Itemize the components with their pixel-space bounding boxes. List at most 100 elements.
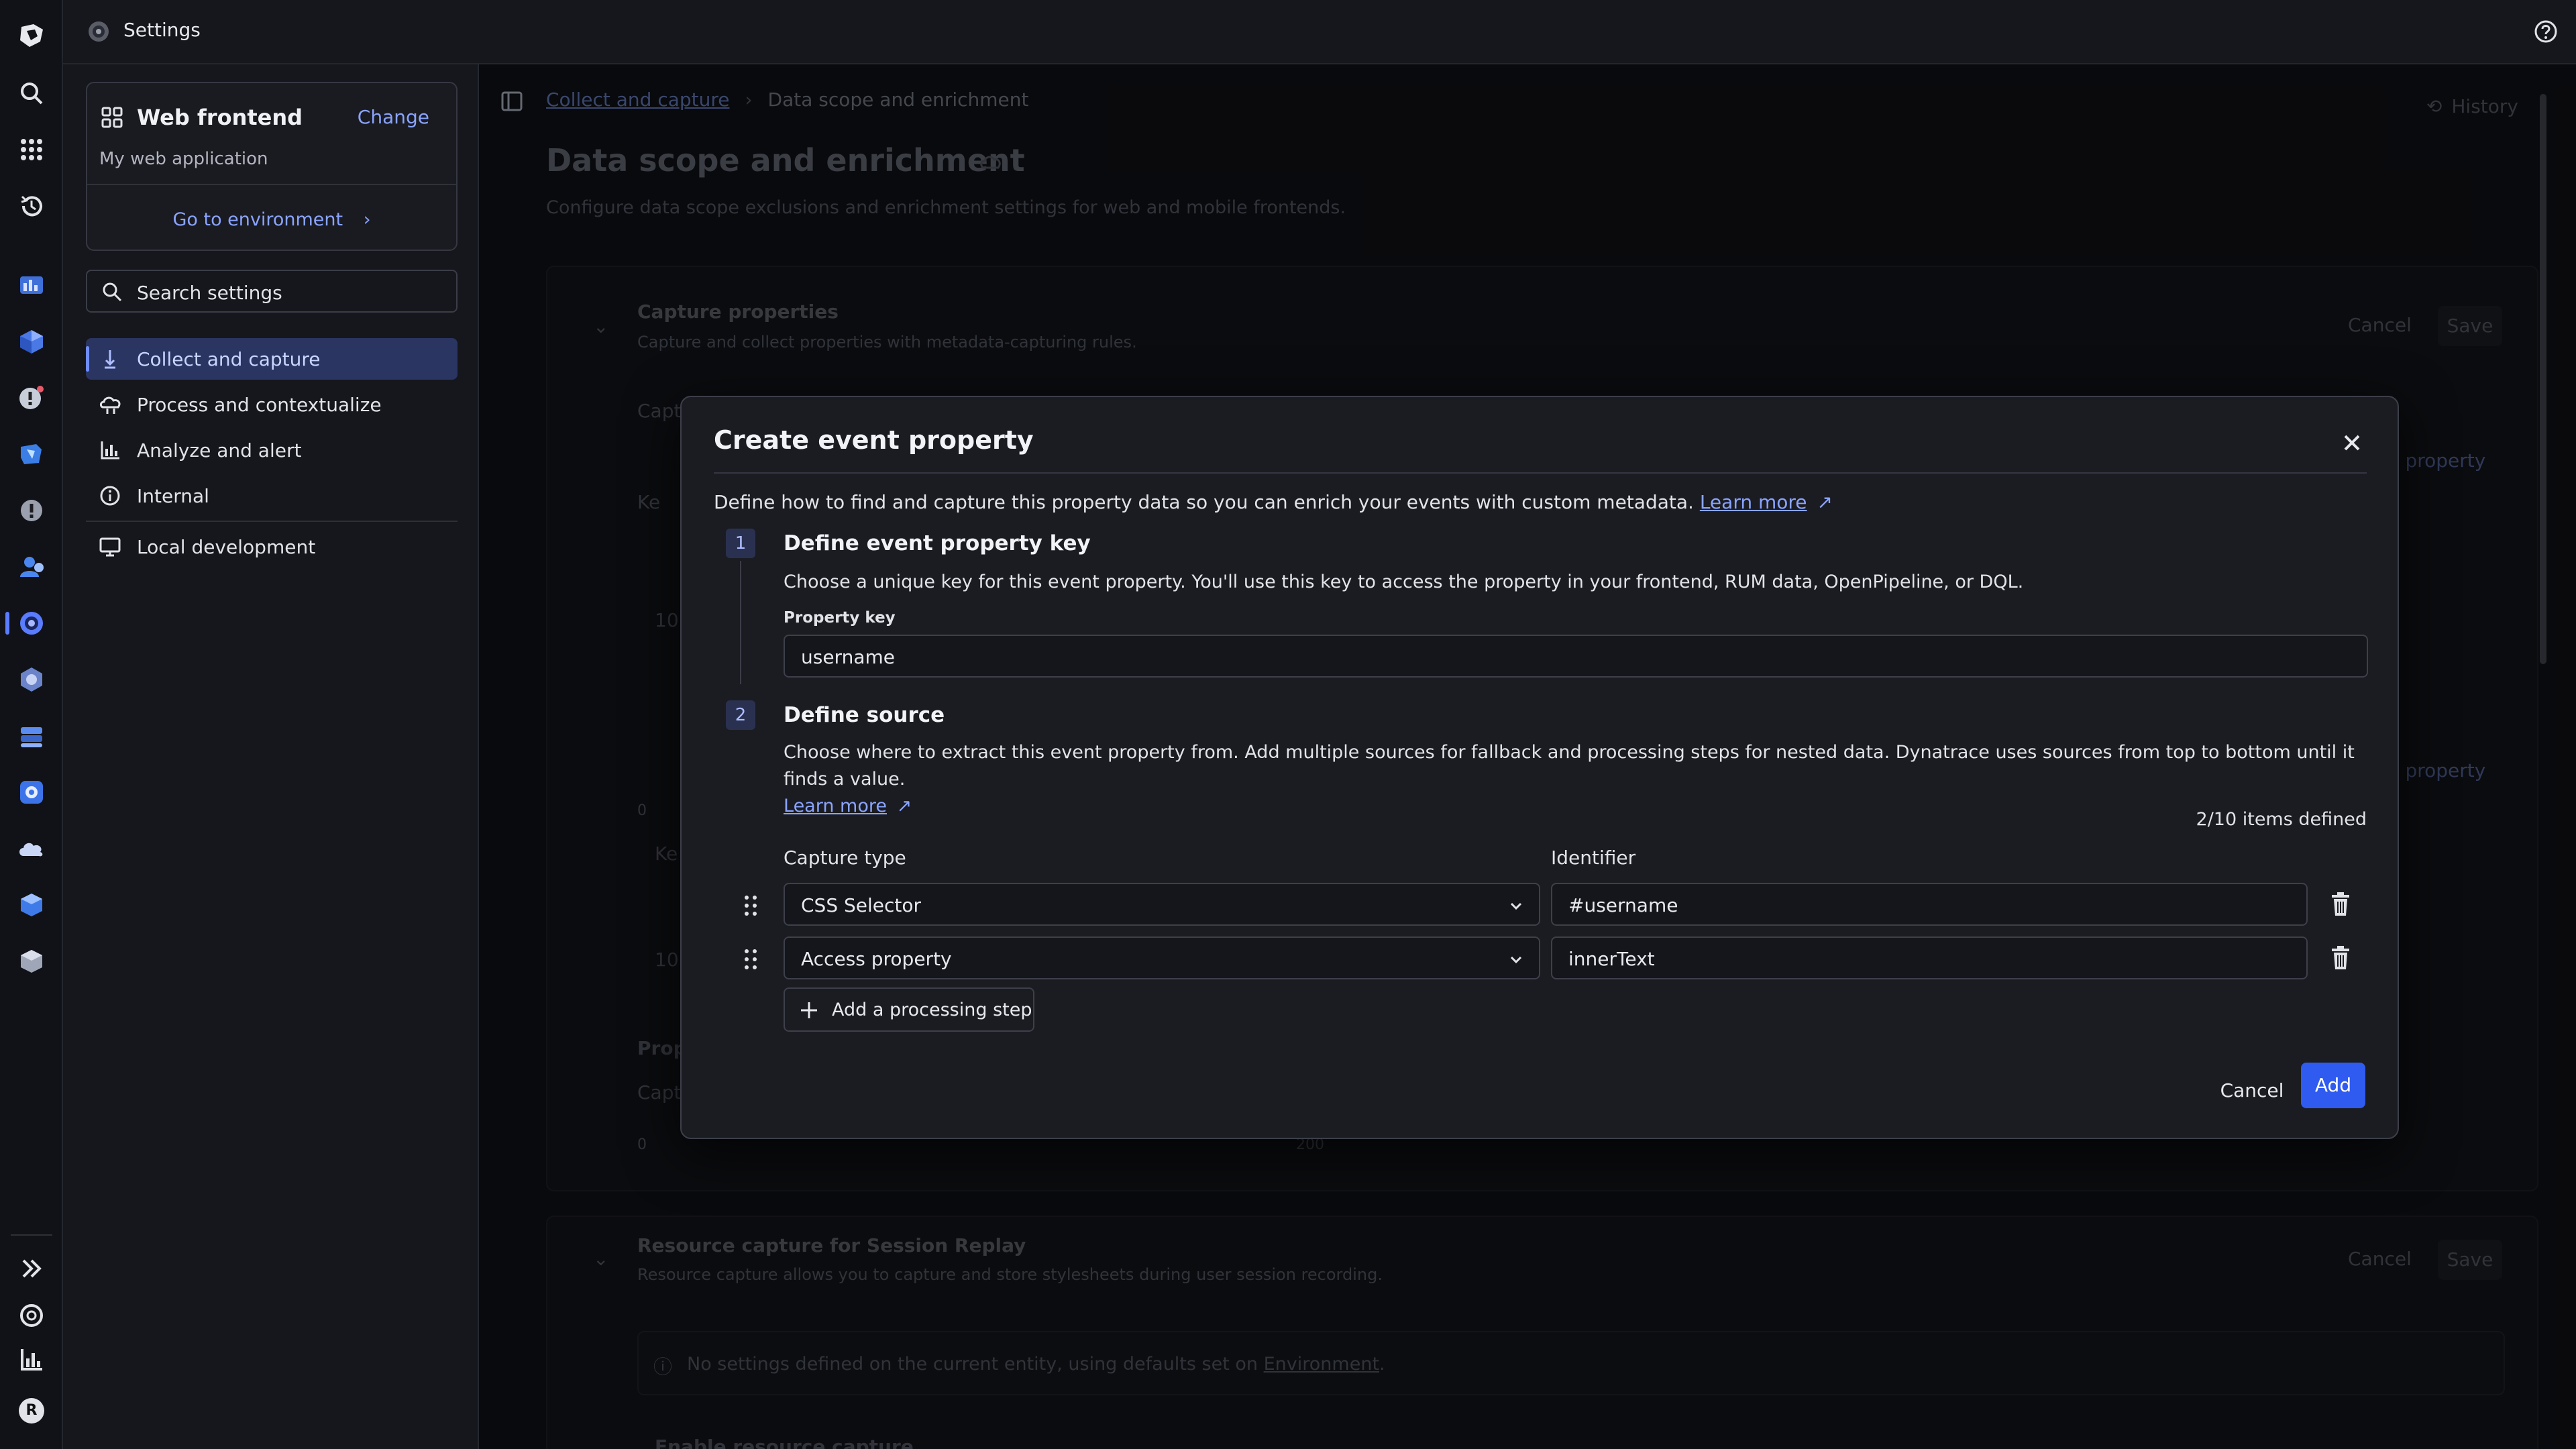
nav-item-label: Analyze and alert xyxy=(137,439,302,462)
hosts-app-icon[interactable] xyxy=(15,888,48,922)
apps-grid-icon[interactable] xyxy=(15,133,48,166)
active-indicator xyxy=(86,346,89,372)
external-link-icon: ↗ xyxy=(896,796,912,816)
dashboard-app-icon[interactable] xyxy=(15,268,48,302)
search-settings-input[interactable]: Search settings xyxy=(86,270,458,313)
settings-gear-icon xyxy=(86,19,111,44)
nav-item-local-development[interactable]: Local development xyxy=(86,526,458,568)
nav-item-internal[interactable]: Internal xyxy=(86,475,458,517)
search-icon xyxy=(101,280,123,303)
capture-type-value: Access property xyxy=(801,948,952,970)
settings-sidebar: Web frontend Change My web application G… xyxy=(63,64,479,1449)
create-event-property-dialog: Create event property Define how to find… xyxy=(680,396,2399,1139)
top-bar: Settings xyxy=(63,0,2576,64)
recent-history-icon[interactable] xyxy=(15,189,48,223)
learn-more-link[interactable]: Learn more xyxy=(1700,491,1807,513)
app-subtitle: My web application xyxy=(99,149,268,169)
property-key-value: username xyxy=(801,646,895,668)
items-count: 2/10 items defined xyxy=(2196,809,2367,830)
nav-item-collect-and-capture[interactable]: Collect and capture xyxy=(86,338,458,380)
close-icon[interactable] xyxy=(2337,428,2367,458)
identifier-input[interactable]: #username xyxy=(1551,883,2308,926)
add-processing-step-label: Add a processing step xyxy=(832,1000,1032,1020)
process-icon xyxy=(99,394,122,415)
identifier-input[interactable]: innerText xyxy=(1551,936,2308,979)
analyze-icon xyxy=(99,439,121,461)
support-icon[interactable] xyxy=(15,1299,48,1332)
nav-item-analyze-and-alert[interactable]: Analyze and alert xyxy=(86,429,458,471)
step-description-text: Choose where to extract this event prope… xyxy=(784,742,2355,790)
step-description: Choose a unique key for this event prope… xyxy=(784,572,2024,592)
alerts-app-icon[interactable] xyxy=(15,494,48,527)
nav-item-label: Collect and capture xyxy=(137,348,321,370)
drag-handle-icon[interactable] xyxy=(741,892,761,919)
services-app-icon[interactable] xyxy=(15,775,48,809)
rail-divider xyxy=(11,1234,52,1236)
app-grid-icon xyxy=(101,106,123,129)
step-description: Choose where to extract this event prope… xyxy=(784,739,2380,820)
column-header-capture-type: Capture type xyxy=(784,847,906,869)
extensions-app-icon[interactable] xyxy=(15,945,48,978)
avatar-initial: R xyxy=(19,1398,44,1424)
capture-type-select[interactable]: CSS Selector xyxy=(784,883,1540,926)
go-to-environment-button[interactable]: Go to environment › xyxy=(87,209,456,230)
step-title: Define source xyxy=(784,703,945,727)
identifier-value: innerText xyxy=(1568,948,1655,970)
active-app-indicator xyxy=(5,612,9,635)
property-key-input[interactable]: username xyxy=(784,635,2368,678)
databases-app-icon[interactable] xyxy=(15,719,48,753)
step-connector xyxy=(740,561,741,684)
monitor-icon xyxy=(99,536,121,557)
go-to-environment-label: Go to environment xyxy=(172,209,343,230)
add-button[interactable]: Add xyxy=(2301,1063,2365,1108)
nav-item-process-and-contextualize[interactable]: Process and contextualize xyxy=(86,384,458,425)
card-divider xyxy=(87,184,456,185)
search-placeholder: Search settings xyxy=(137,282,282,304)
change-app-button[interactable]: Change xyxy=(358,106,429,128)
hub-app-icon[interactable] xyxy=(15,325,48,358)
app-name: Web frontend xyxy=(137,105,303,130)
infrastructure-app-icon[interactable] xyxy=(15,437,48,471)
expand-icon[interactable] xyxy=(15,1252,48,1285)
identifier-value: #username xyxy=(1568,894,1678,916)
app-card: Web frontend Change My web application G… xyxy=(86,82,458,251)
user-avatar-icon[interactable]: R xyxy=(15,1394,48,1428)
drag-handle-icon[interactable] xyxy=(741,946,761,973)
analytics-icon[interactable] xyxy=(15,1343,48,1377)
search-icon[interactable] xyxy=(15,76,48,110)
trash-icon[interactable] xyxy=(2329,945,2352,971)
app-rail: R xyxy=(0,0,63,1449)
nav-item-label: Internal xyxy=(137,485,209,507)
trash-icon[interactable] xyxy=(2329,891,2352,918)
external-link-icon: ↗ xyxy=(1817,491,1833,513)
chevron-down-icon xyxy=(1508,898,1524,914)
kubernetes-app-icon[interactable] xyxy=(15,663,48,696)
property-key-label: Property key xyxy=(784,609,896,627)
dialog-description: Define how to find and capture this prop… xyxy=(714,491,1833,513)
users-app-icon[interactable] xyxy=(15,550,48,584)
app-title: Settings xyxy=(123,19,201,41)
collect-icon xyxy=(99,348,121,370)
settings-app-icon[interactable] xyxy=(15,606,48,640)
learn-more-link[interactable]: Learn more xyxy=(784,796,887,816)
nav-item-label: Local development xyxy=(137,536,316,558)
dialog-divider xyxy=(714,472,2367,474)
cancel-button[interactable]: Cancel xyxy=(2215,1071,2289,1111)
step-title: Define event property key xyxy=(784,531,1091,555)
add-processing-step-button[interactable]: Add a processing step xyxy=(784,987,1034,1032)
capture-type-select[interactable]: Access property xyxy=(784,936,1540,979)
nav-item-label: Process and contextualize xyxy=(137,394,382,416)
column-header-identifier: Identifier xyxy=(1551,847,1636,869)
problems-app-icon[interactable] xyxy=(15,381,48,415)
dialog-description-text: Define how to find and capture this prop… xyxy=(714,491,1694,513)
plus-icon xyxy=(798,1000,820,1021)
chevron-right-icon: › xyxy=(363,209,371,230)
step-number: 2 xyxy=(726,700,755,730)
clouds-app-icon[interactable] xyxy=(15,832,48,865)
nav-divider xyxy=(86,521,458,522)
dynatrace-logo-icon[interactable] xyxy=(15,19,48,52)
chevron-down-icon xyxy=(1508,951,1524,967)
step-number: 1 xyxy=(726,529,755,558)
help-icon[interactable] xyxy=(2533,19,2559,44)
capture-type-value: CSS Selector xyxy=(801,894,922,916)
